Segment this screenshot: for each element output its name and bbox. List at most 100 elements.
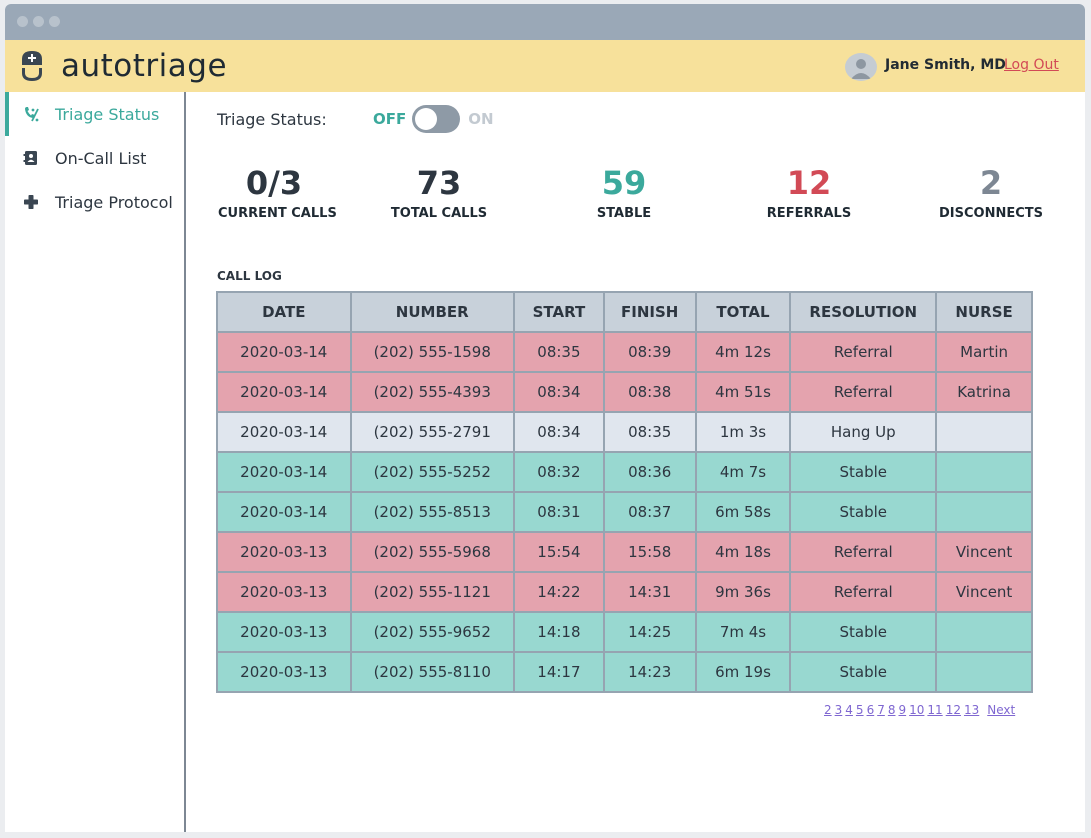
table-cell-resolution: Hang Up [789,411,938,453]
stat-value: 2 [979,164,1003,202]
app-header: autotriage Jane Smith, MD Log Out [5,40,1085,92]
sidebar-item-label: Triage Protocol [55,192,173,212]
table-cell-number: (202) 555-5252 [349,451,515,493]
window-dot-icon [33,16,44,27]
toggle-on-label: ON [468,110,494,128]
table-cell-date: 2020-03-14 [216,491,352,533]
table-cell-finish: 14:23 [602,651,697,693]
table-cell-date: 2020-03-14 [216,411,352,453]
page-link[interactable]: 10 [909,703,924,717]
stat-value: 12 [786,164,832,202]
table-cell-nurse [935,651,1033,693]
table-row[interactable]: 2020-03-14 (202) 555-1598 08:35 08:39 4m 12s… [216,331,1033,373]
table-cell-start: 08:35 [513,331,605,373]
app-title: autotriage [61,48,228,84]
avatar[interactable] [845,53,877,81]
table-cell-resolution: Stable [789,451,938,493]
stat-value: 73 [416,164,462,202]
table-cell-resolution: Referral [789,371,938,413]
table-cell-start: 15:54 [513,531,605,573]
window-dot-icon [17,16,28,27]
stat-label: REFERRALS [766,206,852,221]
table-cell-date: 2020-03-14 [216,451,352,493]
table-cell-nurse [935,451,1033,493]
table-cell-finish: 08:37 [602,491,697,533]
table-row[interactable]: 2020-03-14 (202) 555-2791 08:34 08:35 1m 3s H… [216,411,1033,453]
sidebar-item-label: Triage Status [55,104,160,124]
toggle-knob [415,108,438,130]
table-cell-nurse [935,411,1033,453]
table-cell-total: 9m 36s [694,571,792,613]
table-cell-nurse: Katrina [935,371,1033,413]
table-cell-resolution: Stable [789,491,938,533]
table-row[interactable]: 2020-03-13 (202) 555-5968 15:54 15:58 4m 18s… [216,531,1033,573]
table-cell-total: 7m 4s [694,611,792,653]
table-row[interactable]: 2020-03-13 (202) 555-8110 14:17 14:23 6m 19s… [216,651,1033,693]
stat-value: 0/3 [245,164,303,202]
page-link[interactable]: 5 [856,703,864,717]
table-cell-number: (202) 555-2791 [349,411,515,453]
table-cell-resolution: Stable [789,651,938,693]
column-header[interactable]: RESOLUTION [789,291,938,333]
table-cell-finish: 14:25 [602,611,697,653]
table-row[interactable]: 2020-03-14 (202) 555-8513 08:31 08:37 6m 58s… [216,491,1033,533]
table-cell-resolution: Referral [789,571,938,613]
triage-status-label: Triage Status: [217,109,327,129]
sidebar-item-label: On-Call List [55,148,147,168]
triage-status-row: Triage Status: OFF ON [217,105,494,133]
column-header[interactable]: DATE [216,291,352,333]
page-link[interactable]: 13 [964,703,979,717]
table-cell-start: 08:31 [513,491,605,533]
column-header[interactable]: FINISH [602,291,697,333]
table-cell-total: 6m 19s [694,651,792,693]
table-cell-resolution: Stable [789,611,938,653]
table-cell-number: (202) 555-1598 [349,331,515,373]
sidebar-item-triage-status[interactable]: Triage Status [5,92,184,136]
sidebar-item-on-call-list[interactable]: On-Call List [5,136,184,180]
page-link[interactable]: 7 [877,703,885,717]
table-cell-finish: 14:31 [602,571,697,613]
column-header[interactable]: NUMBER [349,291,515,333]
page-link[interactable]: 11 [927,703,942,717]
column-header[interactable]: NURSE [935,291,1033,333]
column-header[interactable]: START [513,291,605,333]
table-cell-start: 14:22 [513,571,605,613]
table-row[interactable]: 2020-03-13 (202) 555-1121 14:22 14:31 9m 36s… [216,571,1033,613]
table-cell-finish: 08:35 [602,411,697,453]
toggle-off-label: OFF [373,110,407,128]
table-cell-total: 4m 7s [694,451,792,493]
table-cell-number: (202) 555-1121 [349,571,515,613]
column-header[interactable]: TOTAL [694,291,792,333]
page-link[interactable]: 12 [946,703,961,717]
table-cell-nurse: Vincent [935,531,1033,573]
page-link[interactable]: 4 [845,703,853,717]
table-cell-finish: 08:39 [602,331,697,373]
table-cell-number: (202) 555-8110 [349,651,515,693]
table-row[interactable]: 2020-03-14 (202) 555-5252 08:32 08:36 4m 7s S… [216,451,1033,493]
next-page-link[interactable]: Next [987,703,1015,717]
stat-current-calls: 0/3 CURRENT CALLS [218,164,337,221]
logout-link[interactable]: Log Out [1004,57,1059,73]
table-row[interactable]: 2020-03-13 (202) 555-9652 14:18 14:25 7m 4s S… [216,611,1033,653]
table-row[interactable]: 2020-03-14 (202) 555-4393 08:34 08:38 4m 51s… [216,371,1033,413]
table-cell-resolution: Referral [789,331,938,373]
sidebar-item-triage-protocol[interactable]: Triage Protocol [5,180,184,224]
stat-label: TOTAL CALLS [390,206,488,221]
table-cell-number: (202) 555-4393 [349,371,515,413]
phone-slash-icon [23,106,39,122]
page-link[interactable]: 6 [867,703,875,717]
table-cell-nurse [935,611,1033,653]
triage-status-toggle[interactable] [412,105,461,133]
table-header-row: DATE NUMBER START FINISH TOTAL RESOLUTIO… [216,291,1033,333]
page-link[interactable]: 9 [898,703,906,717]
table-cell-nurse: Martin [935,331,1033,373]
stat-label: STABLE [596,206,652,221]
page-link[interactable]: 2 [824,703,832,717]
table-cell-number: (202) 555-5968 [349,531,515,573]
page-link[interactable]: 3 [835,703,843,717]
window-titlebar [5,4,1085,40]
table-cell-total: 4m 51s [694,371,792,413]
stat-stable: 59 STABLE [574,164,674,221]
table-cell-start: 08:32 [513,451,605,493]
page-link[interactable]: 8 [888,703,896,717]
